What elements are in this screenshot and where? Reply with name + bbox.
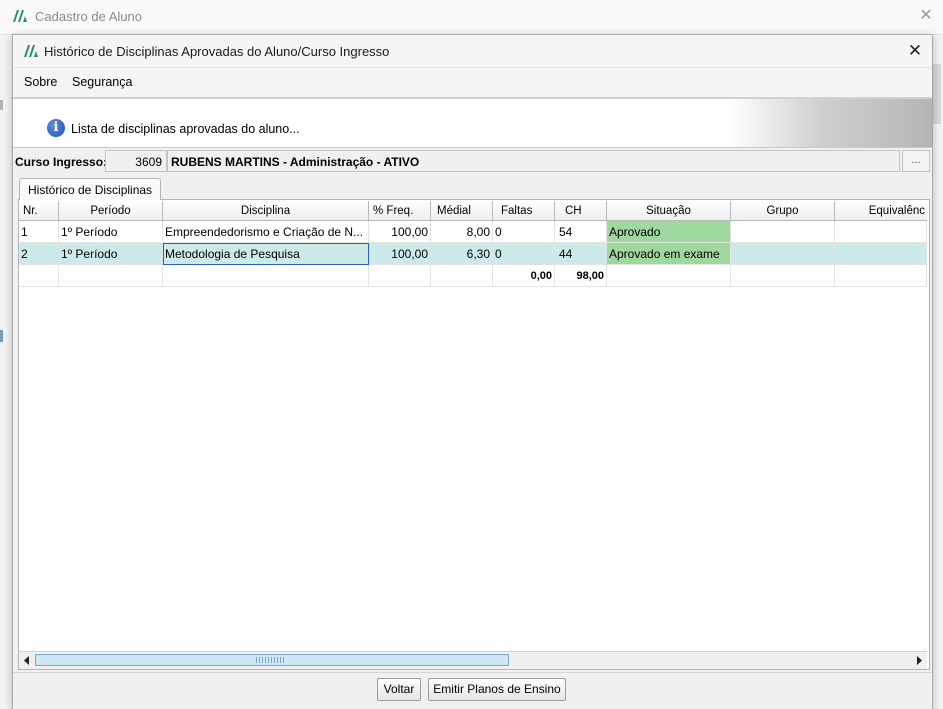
- table-cell-situacao[interactable]: Aprovado: [607, 221, 731, 243]
- table-cell-periodo[interactable]: 1º Período: [59, 243, 163, 265]
- table-cell-faltas[interactable]: 0: [493, 243, 555, 265]
- column-header-media[interactable]: Médial: [431, 201, 493, 221]
- outer-window-title: Cadastro de Aluno: [35, 9, 142, 24]
- table-cell-disciplina[interactable]: Metodologia de Pesquisa: [163, 243, 369, 265]
- table-cell-disciplina[interactable]: Empreendedorismo e Criação de N...: [163, 221, 369, 243]
- outer-close-icon[interactable]: ✕: [916, 6, 936, 26]
- column-header-periodo[interactable]: Período: [59, 201, 163, 221]
- outer-edge-marker: [0, 100, 3, 110]
- column-header-grupo[interactable]: Grupo: [731, 201, 835, 221]
- tab-historico-disciplinas[interactable]: Histórico de Disciplinas: [19, 178, 161, 200]
- column-header-nr[interactable]: Nr.: [19, 201, 59, 221]
- column-header-situacao[interactable]: Situação: [607, 201, 731, 221]
- curso-lookup-button[interactable]: ...: [902, 150, 930, 172]
- curso-ingresso-label: Curso Ingresso:: [15, 155, 108, 169]
- banner-text: Lista de disciplinas aprovadas do aluno.…: [71, 122, 300, 136]
- totals-cell: [163, 265, 369, 287]
- totals-cell: [59, 265, 163, 287]
- table-cell-ch[interactable]: 44: [555, 243, 607, 265]
- totals-ch: 98,00: [555, 265, 607, 287]
- voltar-button[interactable]: Voltar: [377, 678, 421, 701]
- totals-faltas: 0,00: [493, 265, 555, 287]
- menu-seguranca[interactable]: Segurança: [72, 75, 132, 89]
- table-cell-nr[interactable]: 1: [19, 221, 59, 243]
- table-cell-situacao[interactable]: Aprovado em exame: [607, 243, 731, 265]
- tab-label: Histórico de Disciplinas: [28, 183, 153, 197]
- app-logo-icon: [24, 45, 38, 57]
- scroll-grip: [256, 657, 286, 663]
- menubar: Sobre Segurança: [13, 67, 932, 98]
- emitir-planos-button[interactable]: Emitir Planos de Ensino: [428, 678, 566, 701]
- column-header-equivalencia[interactable]: Equivalênc: [835, 201, 927, 221]
- scroll-left-icon[interactable]: [19, 652, 35, 669]
- dialog-titlebar: Histórico de Disciplinas Aprovadas do Al…: [13, 35, 932, 67]
- table-cell-ch[interactable]: 54: [555, 221, 607, 243]
- totals-cell: [731, 265, 835, 287]
- scroll-thumb[interactable]: [35, 654, 509, 666]
- table-cell-freq[interactable]: 100,00: [369, 243, 431, 265]
- table-cell-periodo[interactable]: 1º Período: [59, 221, 163, 243]
- column-header-freq[interactable]: % Freq.: [369, 201, 431, 221]
- dialog-title: Histórico de Disciplinas Aprovadas do Al…: [44, 44, 390, 59]
- table-cell-grupo[interactable]: [731, 243, 835, 265]
- column-header-ch[interactable]: CH: [555, 201, 607, 221]
- table-cell-media[interactable]: 8,00: [431, 221, 493, 243]
- app-logo-icon: [13, 10, 27, 22]
- totals-cell: [835, 265, 927, 287]
- table-cell-nr[interactable]: 2: [19, 243, 59, 265]
- history-dialog: Histórico de Disciplinas Aprovadas do Al…: [12, 34, 933, 709]
- totals-cell: [369, 265, 431, 287]
- scroll-right-icon[interactable]: [911, 652, 927, 669]
- menu-sobre[interactable]: Sobre: [24, 75, 57, 89]
- table-cell-freq[interactable]: 100,00: [369, 221, 431, 243]
- curso-code-field[interactable]: 3609: [105, 150, 167, 172]
- table-cell-media[interactable]: 6,30: [431, 243, 493, 265]
- column-header-disciplina[interactable]: Disciplina: [163, 201, 369, 221]
- info-banner: i Lista de disciplinas aprovadas do alun…: [13, 99, 932, 148]
- column-header-faltas[interactable]: Faltas: [493, 201, 555, 221]
- footer-bar: Voltar Emitir Planos de Ensino: [13, 672, 932, 709]
- table-cell-grupo[interactable]: [731, 221, 835, 243]
- horizontal-scrollbar[interactable]: [19, 651, 927, 669]
- outer-titlebar: Cadastro de Aluno ✕: [0, 0, 943, 35]
- info-icon: i: [47, 119, 65, 137]
- table-cell-faltas[interactable]: 0: [493, 221, 555, 243]
- disciplinas-grid[interactable]: Nr. Período Disciplina % Freq. Médial Fa…: [19, 201, 927, 651]
- totals-cell: [607, 265, 731, 287]
- curso-name-field[interactable]: RUBENS MARTINS - Administração - ATIVO: [167, 150, 900, 172]
- table-cell-equivalencia[interactable]: [835, 221, 927, 243]
- close-icon[interactable]: ✕: [905, 41, 925, 61]
- outer-edge-marker: [0, 330, 3, 342]
- totals-cell: [19, 265, 59, 287]
- table-cell-equivalencia[interactable]: [835, 243, 927, 265]
- totals-cell: [431, 265, 493, 287]
